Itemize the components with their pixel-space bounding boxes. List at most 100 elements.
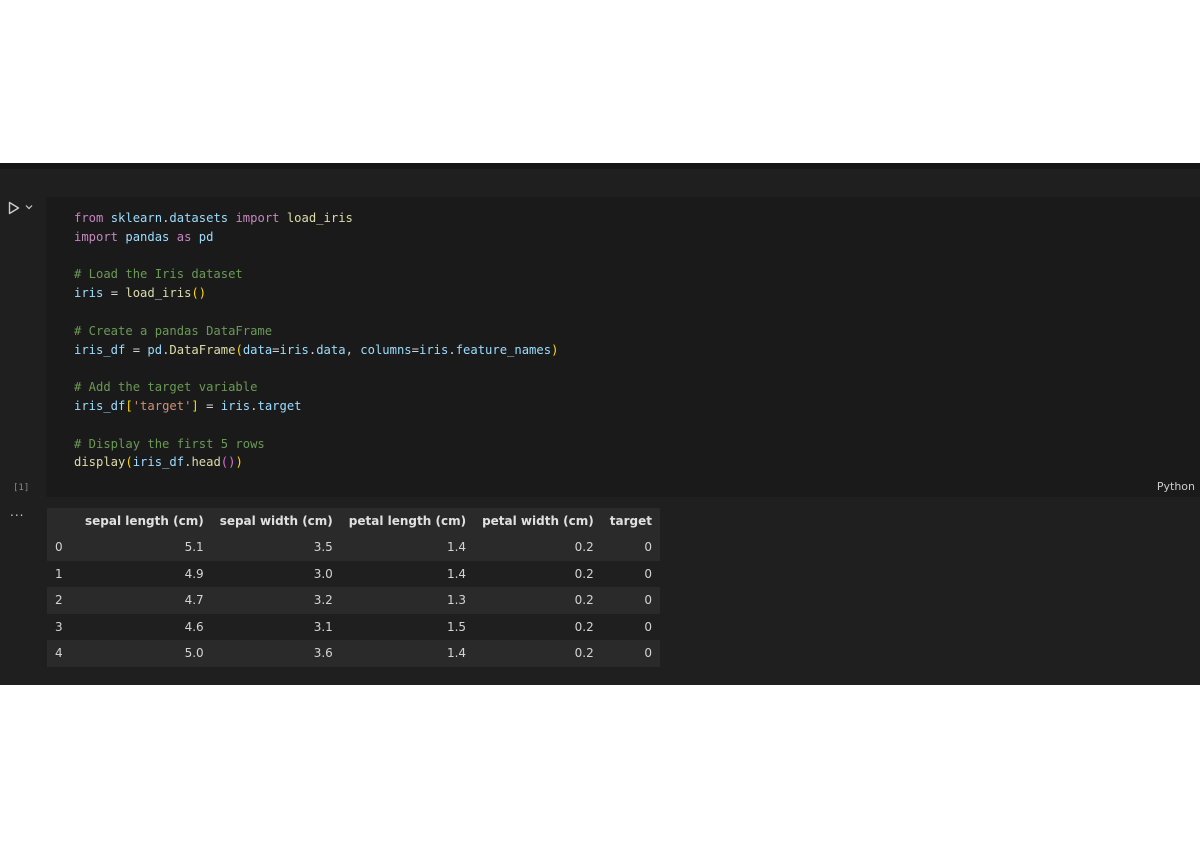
code-token: data <box>316 342 346 357</box>
code-token: iris_df <box>74 398 126 413</box>
table-cell: 0 <box>644 646 652 661</box>
row-index: 0 <box>55 540 63 555</box>
table-cell: 5.1 <box>184 540 204 555</box>
table-cell: 3.1 <box>313 619 333 634</box>
table-cell: 1.4 <box>446 540 467 555</box>
code-token: # Add the target variable <box>74 380 258 395</box>
code-token: = <box>103 286 126 301</box>
code-block[interactable]: from sklearn.datasets import load_iris im… <box>74 209 558 472</box>
execution-count: [1] <box>13 483 30 493</box>
table-cell: 0 <box>644 619 652 634</box>
code-token: iris <box>418 342 449 357</box>
table-cell: 4.9 <box>184 566 204 581</box>
table-cell: 4.6 <box>184 619 204 634</box>
code-token: import <box>74 229 119 244</box>
code-editor[interactable]: from sklearn.datasets import load_iris im… <box>46 197 1200 497</box>
dataframe-output: sepal length (cm) sepal width (cm) petal l… <box>47 508 660 667</box>
table-cell: 0.2 <box>574 566 594 581</box>
code-token: display <box>74 455 126 470</box>
table-row: 3 4.6 3.1 1.5 0.2 0 <box>47 613 660 640</box>
table-cell: 1.4 <box>446 566 467 581</box>
code-token: () <box>220 455 236 470</box>
table-row: 1 4.9 3.0 1.4 0.2 0 <box>47 560 660 587</box>
output-more-actions[interactable]: ... <box>10 505 24 519</box>
code-line: iris = load_iris() <box>74 284 558 303</box>
code-line: # Add the target variable <box>74 378 558 397</box>
code-token: DataFrame <box>169 342 236 357</box>
code-line: iris_df = pd.DataFrame(data=iris.data, c… <box>74 341 558 360</box>
table-row: 2 4.7 3.2 1.3 0.2 0 <box>47 587 660 614</box>
code-token: # Display the first 5 rows <box>74 436 265 451</box>
cell-language-label[interactable]: Python <box>1157 480 1195 493</box>
code-line: from sklearn.datasets import load_iris <box>74 209 558 228</box>
code-token: iris_df <box>74 342 126 357</box>
table-cell: 1.4 <box>446 646 467 661</box>
code-token: [ <box>125 398 133 413</box>
code-line: # Create a pandas DataFrame <box>74 322 558 341</box>
table-cell: 5.0 <box>184 646 204 661</box>
code-token: head <box>191 455 221 470</box>
code-line: import pandas as pd <box>74 228 558 247</box>
code-token: ] <box>191 398 199 413</box>
column-header: target <box>609 514 652 528</box>
code-token: () <box>191 286 207 301</box>
code-line: display(iris_df.head()) <box>74 453 558 472</box>
table-header-row: sepal length (cm) sepal width (cm) petal l… <box>47 508 660 534</box>
code-token: , <box>345 342 361 357</box>
code-token: = <box>198 398 221 413</box>
code-token: 'target' <box>132 398 192 413</box>
table-cell: 0.2 <box>574 540 594 555</box>
code-line: # Load the Iris dataset <box>74 265 558 284</box>
table-cell: 1.5 <box>446 619 467 634</box>
chevron-down-icon[interactable] <box>25 204 33 210</box>
index-header <box>47 508 77 534</box>
row-index: 1 <box>55 566 63 581</box>
code-token: load_iris <box>125 286 192 301</box>
code-token: iris_df <box>132 455 185 470</box>
column-header: petal width (cm) <box>482 514 594 528</box>
code-token: data <box>242 342 273 357</box>
code-token: target <box>257 398 302 413</box>
code-token: = <box>272 342 280 357</box>
table-cell: 0.2 <box>574 619 594 634</box>
notebook-toolbar-strip <box>0 163 1200 169</box>
column-header: sepal length (cm) <box>85 514 204 528</box>
code-token: ( <box>235 342 243 357</box>
code-token: sklearn <box>110 211 163 225</box>
code-token: . <box>448 342 456 357</box>
notebook-cell: [1] ... from sklearn.datasets import loa… <box>0 163 1200 685</box>
table-cell: 0 <box>644 593 652 608</box>
table-body: 0 5.1 3.5 1.4 0.2 0 1 4.9 3.0 1.4 0.2 0 2 4.7 3.2 1.3 0.… <box>47 534 660 667</box>
code-token: iris <box>220 398 251 413</box>
code-token: feature_names <box>455 342 552 357</box>
table-cell: 3.5 <box>313 540 333 555</box>
code-token: columns <box>360 342 412 357</box>
table-row: 0 5.1 3.5 1.4 0.2 0 <box>47 534 660 561</box>
code-token: as <box>176 229 192 244</box>
code-token: pandas <box>125 229 170 244</box>
table-cell: 0 <box>644 540 652 555</box>
table-cell: 0.2 <box>574 593 594 608</box>
code-token: datasets <box>169 211 229 225</box>
code-token: # Load the Iris dataset <box>74 267 243 282</box>
code-token: iris <box>279 342 309 357</box>
run-cell-button[interactable] <box>8 200 38 216</box>
code-token: = <box>411 342 419 357</box>
column-header: sepal width (cm) <box>219 514 333 528</box>
row-index: 2 <box>55 593 63 608</box>
table-cell: 0 <box>644 566 652 581</box>
code-token: from <box>74 211 104 225</box>
table-cell: 3.6 <box>313 646 333 661</box>
code-token: import <box>235 211 280 225</box>
table-row: 4 5.0 3.6 1.4 0.2 0 <box>47 640 660 667</box>
row-index: 3 <box>55 619 63 634</box>
code-token: iris <box>74 286 104 301</box>
code-token: ( <box>125 455 133 470</box>
